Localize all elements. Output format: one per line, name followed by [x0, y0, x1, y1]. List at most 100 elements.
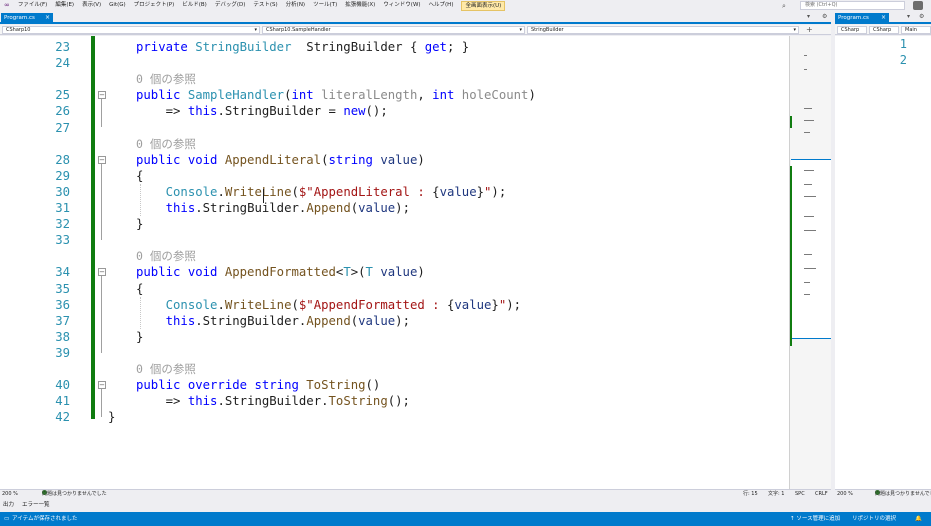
spacing-indicator[interactable]: SPC — [795, 490, 805, 498]
code-line: 33 — [0, 232, 789, 248]
code-token: => — [136, 394, 188, 409]
line-number: 29 — [55, 168, 70, 183]
code-token: literalLength — [321, 88, 418, 103]
code-token: public void — [136, 152, 225, 167]
repo-button[interactable]: リポジトリの選択 — [852, 512, 896, 526]
code-line: 40 public override string ToString() — [0, 377, 789, 393]
zoom-level[interactable]: 200 % — [2, 490, 18, 498]
code-token: } — [136, 217, 144, 232]
menu-item[interactable]: 表示(V) — [78, 0, 105, 11]
map-mark — [804, 268, 816, 269]
code-editor[interactable]: 23 private StringBuilder StringBuilder { … — [0, 36, 789, 489]
split-add-icon[interactable]: + — [806, 25, 813, 34]
fullscreen-button[interactable]: 全画面表示(U) — [461, 0, 506, 11]
code-token: } — [491, 297, 499, 312]
menu-item[interactable]: ツール(T) — [309, 0, 341, 11]
reference-codelens[interactable]: 0 個の参照 — [0, 248, 789, 264]
code-token: Append — [306, 313, 351, 328]
close-icon[interactable]: × — [45, 13, 50, 23]
project-dropdown[interactable]: CSharp10 ▾ — [2, 26, 260, 34]
menu-item[interactable]: 編集(E) — [51, 0, 78, 11]
tab-output[interactable]: 出力 — [3, 498, 14, 512]
line-number: 30 — [55, 184, 70, 199]
reference-count[interactable]: 0 個の参照 — [136, 71, 196, 87]
code-token: . — [217, 297, 225, 312]
menu-item[interactable]: ヘルプ(H) — [425, 0, 458, 11]
class-dropdown[interactable]: CSharp10.SampleHandler ▾ — [262, 26, 525, 34]
project-label: CSharp — [841, 27, 860, 33]
collapse-icon[interactable]: − — [98, 268, 106, 277]
member-dropdown[interactable]: Main — [901, 26, 931, 34]
chevron-down-icon[interactable]: ▾ — [907, 13, 910, 20]
close-icon[interactable]: × — [881, 13, 886, 23]
code-text: private StringBuilder StringBuilder { ge… — [136, 39, 469, 55]
tab-program-cs-right[interactable]: Program.cs × — [835, 13, 889, 23]
map-change-marker — [790, 116, 792, 128]
code-text: => this.StringBuilder = new(); — [136, 103, 388, 119]
code-text: } — [136, 329, 143, 345]
tab-error-list[interactable]: エラー一覧 — [22, 498, 50, 512]
chevron-down-icon[interactable]: ▾ — [807, 13, 810, 20]
code-text: } — [136, 216, 143, 232]
menu-item[interactable]: ウィンドウ(W) — [379, 0, 424, 11]
line-number: 23 — [55, 40, 70, 54]
avatar[interactable] — [913, 1, 923, 10]
app-logo-icon[interactable]: ∞ — [0, 0, 14, 11]
map-mark — [804, 216, 814, 217]
gear-icon[interactable]: ⚙ — [919, 13, 924, 20]
tool-window-tabs: 出力 エラー一覧 — [0, 498, 931, 512]
map-mark — [804, 254, 812, 255]
fold-guide — [101, 99, 102, 128]
menu-item[interactable]: 分析(N) — [282, 0, 309, 11]
line-indicator[interactable]: 行: 15 — [743, 490, 758, 498]
vertical-scrollbar-map[interactable] — [789, 36, 831, 489]
code-text: { — [136, 281, 143, 297]
code-line: 30 Console.WriteLine($"AppendLiteral : {… — [0, 184, 789, 200]
reference-count[interactable]: 0 個の参照 — [136, 248, 196, 264]
gear-icon[interactable]: ⚙ — [822, 13, 827, 20]
code-token: ToString — [328, 394, 388, 409]
menu-item[interactable]: ファイル(F) — [14, 0, 51, 11]
source-control-button[interactable]: ↑ ソース管理に追加 — [790, 512, 840, 526]
line-ending-indicator[interactable]: CRLF — [815, 490, 828, 498]
code-token: , — [417, 88, 433, 103]
zoom-level[interactable]: 200 % — [837, 490, 853, 498]
right-code-editor[interactable]: 1 2 — [835, 36, 931, 489]
status-message: アイテムが保存されました — [12, 516, 78, 522]
code-token: AppendFormatted — [224, 265, 336, 280]
issues-label: 問題は見つかりませんでした — [42, 491, 107, 497]
search-icon[interactable]: ⌕ — [782, 2, 790, 10]
collapse-icon[interactable]: − — [98, 381, 106, 390]
code-token: get — [424, 40, 447, 54]
menu-item[interactable]: デバッグ(D) — [211, 0, 250, 11]
reference-codelens[interactable]: 0 個の参照 — [0, 361, 789, 377]
code-token: ToString — [306, 378, 366, 393]
code-token: ) — [417, 265, 425, 280]
class-dropdown[interactable]: CSharp — [869, 26, 899, 34]
col-indicator[interactable]: 文字: 1 — [768, 490, 784, 498]
status-icon: ▭ — [4, 516, 10, 522]
reference-count[interactable]: 0 個の参照 — [136, 136, 196, 152]
collapse-icon[interactable]: − — [98, 91, 106, 100]
menu-item[interactable]: プロジェクト(P) — [130, 0, 179, 11]
issues-label: 問題は見つかりませんでした — [875, 491, 931, 497]
code-text: => this.StringBuilder.ToString(); — [136, 393, 410, 409]
search-input[interactable]: 検索 (Ctrl+Q) — [800, 1, 905, 10]
menu-item[interactable]: Git(G) — [105, 0, 130, 11]
reference-codelens[interactable]: 0 個の参照 — [0, 136, 789, 152]
member-dropdown[interactable]: StringBuilder ▾ — [527, 26, 799, 34]
reference-count[interactable]: 0 個の参照 — [136, 361, 196, 377]
code-line: 39 — [0, 345, 789, 361]
menu-item[interactable]: ビルド(B) — [178, 0, 211, 11]
menu-item[interactable]: テスト(S) — [249, 0, 281, 11]
tab-label: Program.cs — [4, 15, 35, 21]
menu-bar: ∞ ファイル(F) 編集(E) 表示(V) Git(G) プロジェクト(P) ビルド(B)… — [0, 0, 931, 11]
collapse-icon[interactable]: − — [98, 155, 106, 164]
project-dropdown[interactable]: CSharp — [837, 26, 867, 34]
reference-codelens[interactable]: 0 個の参照 — [0, 71, 789, 87]
scrollbar-thumb[interactable] — [791, 159, 831, 339]
code-token: int — [432, 88, 462, 103]
menu-item[interactable]: 拡張機能(X) — [341, 0, 379, 11]
bell-icon[interactable]: 🔔 — [915, 512, 922, 526]
tab-program-cs[interactable]: Program.cs × — [1, 13, 53, 23]
